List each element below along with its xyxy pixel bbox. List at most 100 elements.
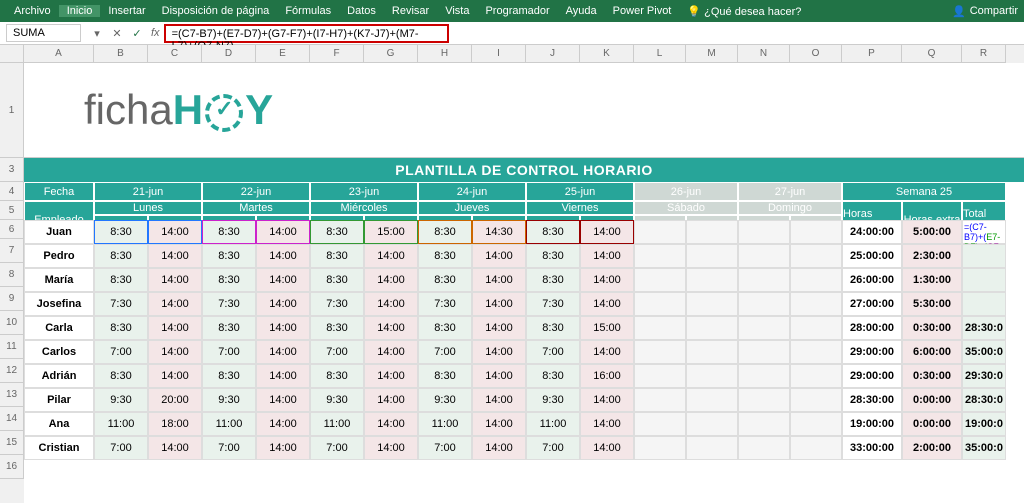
time-cell[interactable] (790, 436, 842, 460)
time-cell[interactable]: 7:30 (202, 292, 256, 316)
time-cell[interactable] (790, 388, 842, 412)
time-cell[interactable] (738, 388, 790, 412)
time-cell[interactable]: 8:30 (418, 268, 472, 292)
time-cell[interactable] (738, 436, 790, 460)
row-header-13[interactable]: 13 (0, 383, 24, 407)
col-header-C[interactable]: C (148, 45, 202, 63)
time-cell[interactable]: 14:00 (148, 436, 202, 460)
time-cell[interactable]: 14:00 (256, 268, 310, 292)
he-cell[interactable]: 6:00:00 (902, 340, 962, 364)
col-header-L[interactable]: L (634, 45, 686, 63)
time-cell[interactable]: 14:00 (256, 244, 310, 268)
row-header-10[interactable]: 10 (0, 311, 24, 335)
hn-cell[interactable]: 26:00:00 (842, 268, 902, 292)
ribbon-powerpivot[interactable]: Power Pivot (605, 5, 680, 17)
time-cell[interactable]: 14:00 (256, 436, 310, 460)
time-cell[interactable]: 14:00 (364, 268, 418, 292)
time-cell[interactable] (790, 220, 842, 244)
time-cell[interactable]: 9:30 (94, 388, 148, 412)
he-cell[interactable]: 5:30:00 (902, 292, 962, 316)
row-header-14[interactable]: 14 (0, 407, 24, 431)
time-cell[interactable]: 7:30 (310, 292, 364, 316)
emp-cell[interactable]: Ana (24, 412, 94, 436)
time-cell[interactable] (790, 316, 842, 340)
time-cell[interactable]: 14:00 (364, 340, 418, 364)
time-cell[interactable]: 8:30 (94, 316, 148, 340)
time-cell[interactable]: 14:00 (148, 316, 202, 340)
time-cell[interactable]: 14:00 (580, 220, 634, 244)
emp-cell[interactable]: Josefina (24, 292, 94, 316)
total-cell[interactable]: 29:30:0 (962, 364, 1006, 388)
time-cell[interactable]: 14:00 (256, 220, 310, 244)
ribbon-inicio[interactable]: Inicio (59, 5, 101, 17)
row-header-1[interactable]: 1 (0, 63, 24, 158)
time-cell[interactable]: 8:30 (202, 364, 256, 388)
time-cell[interactable]: 8:30 (94, 364, 148, 388)
time-cell[interactable] (634, 244, 686, 268)
time-cell[interactable]: 14:00 (580, 268, 634, 292)
time-cell[interactable]: 14:00 (472, 292, 526, 316)
time-cell[interactable]: 15:00 (364, 220, 418, 244)
time-cell[interactable]: 8:30 (418, 244, 472, 268)
he-cell[interactable]: 0:30:00 (902, 316, 962, 340)
time-cell[interactable] (634, 412, 686, 436)
time-cell[interactable]: 8:30 (202, 220, 256, 244)
select-all[interactable] (0, 45, 24, 63)
he-cell[interactable]: 1:30:00 (902, 268, 962, 292)
time-cell[interactable]: 14:00 (148, 268, 202, 292)
name-box[interactable]: SUMA (6, 24, 81, 42)
col-header-N[interactable]: N (738, 45, 790, 63)
time-cell[interactable]: 14:00 (472, 388, 526, 412)
confirm-icon[interactable]: ✓ (127, 27, 147, 40)
time-cell[interactable]: 8:30 (526, 268, 580, 292)
time-cell[interactable]: 14:00 (364, 316, 418, 340)
time-cell[interactable] (738, 220, 790, 244)
col-header-B[interactable]: B (94, 45, 148, 63)
emp-cell[interactable]: Carlos (24, 340, 94, 364)
ribbon-archivo[interactable]: Archivo (6, 5, 59, 17)
time-cell[interactable] (738, 340, 790, 364)
time-cell[interactable]: 11:00 (202, 412, 256, 436)
ribbon-datos[interactable]: Datos (339, 5, 384, 17)
time-cell[interactable]: 16:00 (580, 364, 634, 388)
time-cell[interactable] (686, 220, 738, 244)
time-cell[interactable]: 14:00 (364, 436, 418, 460)
time-cell[interactable] (634, 316, 686, 340)
time-cell[interactable]: 9:30 (526, 388, 580, 412)
time-cell[interactable]: 20:00 (148, 388, 202, 412)
time-cell[interactable] (686, 388, 738, 412)
time-cell[interactable]: 8:30 (310, 220, 364, 244)
time-cell[interactable]: 15:00 (580, 316, 634, 340)
total-cell[interactable]: 28:30:0 (962, 388, 1006, 412)
time-cell[interactable]: 14:00 (148, 292, 202, 316)
time-cell[interactable] (686, 268, 738, 292)
time-cell[interactable]: 8:30 (418, 316, 472, 340)
col-header-F[interactable]: F (310, 45, 364, 63)
time-cell[interactable]: 14:00 (364, 364, 418, 388)
time-cell[interactable]: 8:30 (526, 220, 580, 244)
time-cell[interactable]: 14:00 (580, 340, 634, 364)
time-cell[interactable]: 14:30 (472, 220, 526, 244)
row-header-15[interactable]: 15 (0, 431, 24, 455)
time-cell[interactable]: 14:00 (256, 292, 310, 316)
time-cell[interactable]: 11:00 (418, 412, 472, 436)
dropdown-icon[interactable]: ▾ (87, 27, 107, 40)
time-cell[interactable]: 14:00 (580, 436, 634, 460)
time-cell[interactable]: 14:00 (256, 340, 310, 364)
time-cell[interactable] (738, 364, 790, 388)
time-cell[interactable] (790, 412, 842, 436)
time-cell[interactable]: 8:30 (94, 244, 148, 268)
emp-cell[interactable]: María (24, 268, 94, 292)
time-cell[interactable]: 14:00 (580, 412, 634, 436)
time-cell[interactable] (738, 316, 790, 340)
time-cell[interactable] (686, 364, 738, 388)
col-header-I[interactable]: I (472, 45, 526, 63)
time-cell[interactable]: 8:30 (526, 316, 580, 340)
hn-cell[interactable]: 28:30:00 (842, 388, 902, 412)
time-cell[interactable]: 8:30 (526, 244, 580, 268)
col-header-Q[interactable]: Q (902, 45, 962, 63)
time-cell[interactable]: 7:00 (526, 340, 580, 364)
ribbon-programador[interactable]: Programador (477, 5, 557, 17)
time-cell[interactable]: 18:00 (148, 412, 202, 436)
time-cell[interactable] (738, 268, 790, 292)
